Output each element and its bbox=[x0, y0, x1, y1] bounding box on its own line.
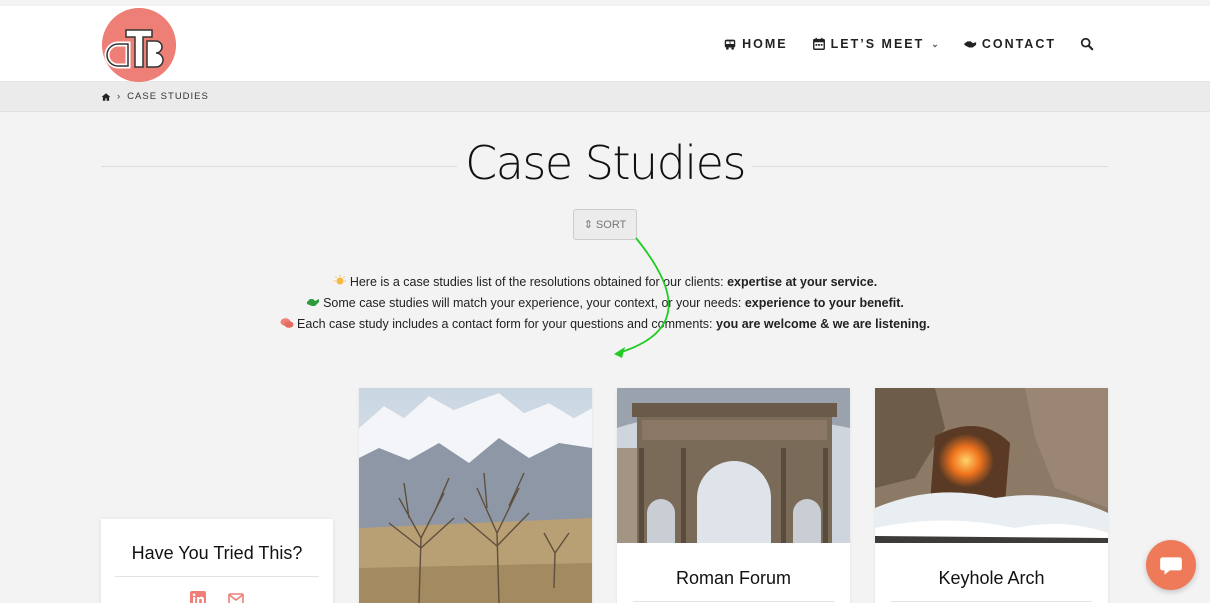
annotation-arrow bbox=[614, 237, 670, 358]
keyhole-arch-image bbox=[875, 388, 1108, 543]
comments-icon bbox=[280, 318, 294, 328]
intro-line-1-bold: expertise at your service. bbox=[727, 275, 878, 289]
nav-contact-label: CONTACT bbox=[981, 37, 1056, 51]
site-header: HOME LET’S MEET ⌄ CONTACT bbox=[0, 6, 1210, 82]
breadcrumb-separator: › bbox=[117, 91, 122, 102]
case-card-keyhole-arch[interactable]: Keyhole Arch bbox=[875, 388, 1108, 603]
breadcrumb-current: CASE STUDIES bbox=[127, 91, 209, 102]
sort-label: SORT bbox=[595, 218, 627, 231]
mountain-trees-image bbox=[359, 388, 592, 603]
nav-lets-meet-label: LET’S MEET bbox=[830, 37, 925, 51]
intro-line-2-bold: experience to your benefit. bbox=[744, 296, 904, 310]
nav-home[interactable]: HOME bbox=[723, 37, 788, 51]
sort-icon: ⇕ bbox=[583, 219, 593, 231]
sidebar-title: Have You Tried This? bbox=[131, 543, 303, 563]
site-logo[interactable] bbox=[102, 8, 176, 82]
email-icon[interactable] bbox=[228, 591, 244, 603]
card-divider bbox=[891, 601, 1092, 602]
handshake-icon bbox=[307, 299, 320, 306]
nav-home-label: HOME bbox=[742, 37, 788, 51]
home-icon[interactable] bbox=[101, 92, 111, 102]
lightbulb-icon bbox=[333, 275, 346, 285]
chat-button[interactable] bbox=[1146, 540, 1196, 590]
chat-icon bbox=[1160, 557, 1182, 575]
case-card-roman-forum[interactable]: Roman Forum bbox=[617, 388, 850, 603]
breadcrumb: › CASE STUDIES bbox=[101, 91, 209, 102]
breadcrumb-bar: › CASE STUDIES bbox=[0, 82, 1210, 112]
nav-lets-meet[interactable]: LET’S MEET ⌄ bbox=[812, 37, 939, 51]
handshake-icon bbox=[963, 41, 976, 48]
card-title: Roman Forum bbox=[675, 568, 792, 588]
nav-contact[interactable]: CONTACT bbox=[963, 37, 1056, 51]
calendar-icon bbox=[812, 37, 825, 50]
linkedin-icon[interactable] bbox=[190, 591, 206, 603]
card-title: Keyhole Arch bbox=[938, 568, 1045, 588]
bus-icon bbox=[724, 39, 736, 50]
case-card-mountains[interactable] bbox=[359, 388, 592, 603]
social-links bbox=[101, 591, 333, 603]
search-icon[interactable] bbox=[1080, 37, 1094, 51]
page-title: Case Studies bbox=[465, 136, 746, 190]
sidebar-divider bbox=[115, 576, 319, 577]
sidebar-card: Have You Tried This? bbox=[101, 519, 333, 603]
intro-line-3-bold: you are welcome & we are listening. bbox=[716, 317, 930, 331]
sidebar-widget: Have You Tried This? bbox=[101, 390, 333, 603]
card-divider bbox=[633, 601, 834, 602]
roman-arch-image bbox=[617, 388, 850, 543]
main-nav: HOME LET’S MEET ⌄ CONTACT bbox=[723, 6, 1094, 82]
logo-icon bbox=[102, 8, 176, 82]
chevron-down-icon: ⌄ bbox=[931, 38, 939, 49]
